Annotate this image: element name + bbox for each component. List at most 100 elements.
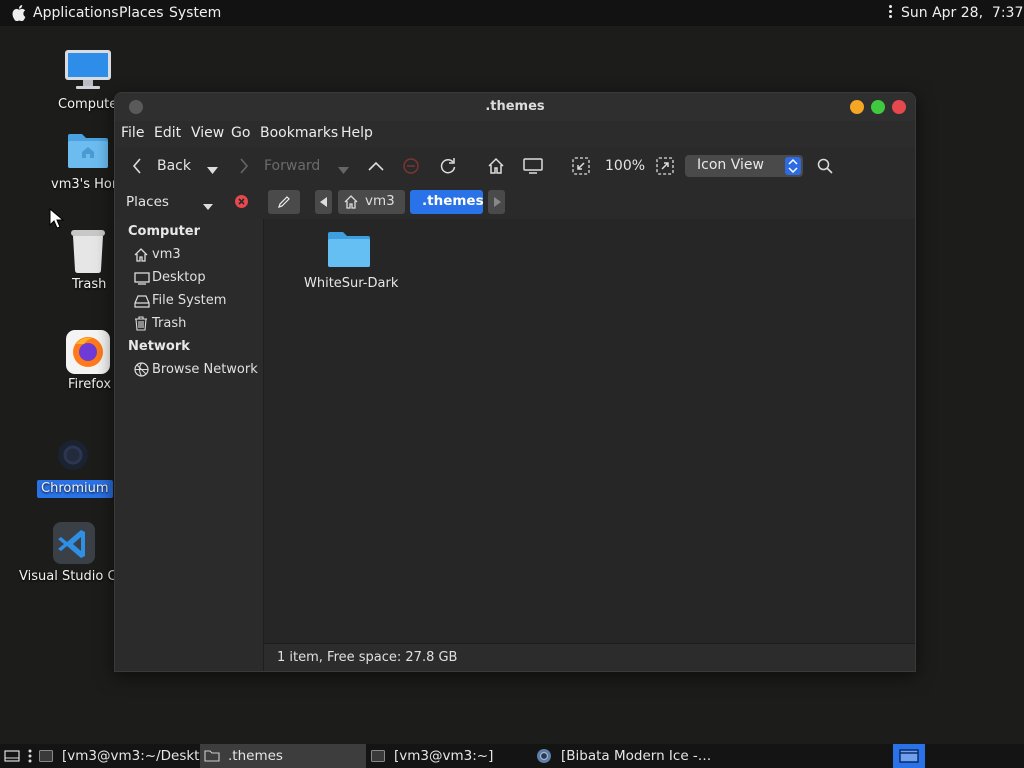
view-mode-select[interactable]: Icon View	[685, 155, 803, 177]
forward-arrow-icon	[239, 158, 249, 178]
file-item[interactable]: WhiteSur-Dark	[304, 231, 399, 301]
zoom-level[interactable]: 100%	[605, 147, 645, 185]
chromium-icon	[537, 749, 551, 763]
breadcrumb-scroll-left-button[interactable]	[315, 190, 332, 214]
mouse-cursor-icon	[48, 207, 66, 230]
folder-icon	[328, 232, 370, 267]
desktop-label-home[interactable]: vm3's Hon	[51, 176, 120, 194]
sidebar: Computer vm3 Desktop File System Trash N…	[115, 219, 264, 671]
home-icon	[344, 195, 358, 209]
show-desktop-icon[interactable]	[4, 750, 20, 766]
close-sidebar-icon[interactable]	[235, 195, 248, 212]
places-chevron-down-icon[interactable]	[203, 199, 213, 214]
taskbar-item-terminal-home[interactable]: [vm3@vm3:~]	[368, 744, 528, 768]
desktop-label-trash[interactable]: Trash	[72, 276, 106, 294]
taskbar-item-label: [vm3@vm3:~/Deskt…	[62, 748, 213, 764]
trash-icon[interactable]	[70, 228, 106, 274]
menu-places[interactable]: Places	[119, 0, 164, 26]
desktop-icon	[134, 272, 150, 285]
sidebar-item-label: Browse Network	[152, 362, 258, 377]
file-view[interactable]: WhiteSur-Dark	[264, 219, 915, 643]
firefox-icon[interactable]	[66, 330, 110, 374]
desktop-label-computer[interactable]: Compute	[58, 96, 117, 114]
menu-bookmarks[interactable]: Bookmarks	[260, 125, 338, 141]
vscode-icon[interactable]	[52, 522, 96, 564]
file-manager-window: .themes File Edit View Go Bookmarks Help…	[114, 92, 916, 672]
menu-applications[interactable]: Applications	[33, 0, 119, 26]
search-icon[interactable]	[817, 158, 833, 178]
chevron-right-icon	[494, 197, 501, 207]
desktop-label-firefox[interactable]: Firefox	[68, 376, 111, 394]
clock[interactable]: Sun Apr 28, 7:37 AM	[901, 0, 1024, 26]
home-icon	[134, 248, 148, 262]
chromium-icon[interactable]	[56, 438, 90, 472]
menu-go[interactable]: Go	[231, 125, 250, 141]
top-panel: Applications Places System Sun Apr 28, 7…	[0, 0, 1024, 26]
sidebar-item-label: Desktop	[152, 270, 206, 285]
taskbar-item-themes[interactable]: .themes	[200, 744, 366, 768]
up-arrow-icon[interactable]	[368, 160, 384, 175]
close-icon[interactable]	[892, 100, 906, 114]
breadcrumb-scroll-right-button[interactable]	[488, 190, 505, 214]
menu-file[interactable]: File	[121, 125, 144, 141]
forward-button: Forward	[264, 158, 321, 174]
edit-location-button[interactable]	[268, 190, 300, 214]
breadcrumb-themes-label: .themes	[422, 193, 484, 209]
sidebar-item-label: Trash	[152, 316, 187, 331]
globe-icon	[134, 362, 149, 377]
breadcrumb-vm3[interactable]: vm3	[338, 190, 405, 214]
menu-view[interactable]: View	[191, 125, 224, 141]
trash-icon	[135, 316, 147, 331]
computer-icon[interactable]	[523, 158, 543, 178]
reload-icon[interactable]	[439, 157, 457, 179]
taskbar-item-label: [Bibata Modern Ice -…	[561, 748, 712, 764]
taskbar-item-label: [vm3@vm3:~]	[394, 748, 494, 764]
window-title: .themes	[485, 99, 545, 114]
sidebar-item-label: File System	[152, 293, 227, 308]
zoom-out-icon[interactable]	[572, 157, 590, 179]
chevron-left-icon	[320, 197, 327, 207]
desktop-label-vscode[interactable]: Visual Studio Co	[19, 568, 125, 586]
view-mode-label: Icon View	[697, 157, 764, 173]
status-text: 1 item, Free space: 27.8 GB	[277, 650, 458, 665]
menu-help[interactable]: Help	[341, 125, 373, 141]
toolbar: Back Forward 100% Icon View	[115, 147, 915, 186]
panel-handle-icon[interactable]	[28, 749, 32, 763]
kebab-menu-icon[interactable]	[889, 5, 893, 21]
folder-icon	[204, 750, 220, 762]
home-folder-icon[interactable]	[66, 132, 110, 170]
stop-icon	[403, 158, 419, 178]
forward-history-chevron-down-icon	[338, 163, 349, 178]
apple-logo-icon[interactable]	[12, 0, 26, 26]
breadcrumb-themes[interactable]: .themes	[410, 190, 484, 214]
desktop-label-chromium[interactable]: Chromium	[37, 480, 113, 498]
drive-icon	[134, 295, 150, 308]
taskbar-item-terminal-desktop[interactable]: [vm3@vm3:~/Deskt…	[36, 744, 213, 768]
back-button[interactable]: Back	[157, 147, 191, 185]
home-icon[interactable]	[487, 157, 505, 179]
file-name: WhiteSur-Dark	[304, 276, 399, 291]
updown-chevron-icon[interactable]	[785, 157, 801, 175]
title-bar[interactable]: .themes	[115, 93, 915, 121]
location-bar: Places vm3 .themes	[115, 185, 915, 220]
back-history-chevron-down-icon[interactable]	[207, 163, 218, 178]
sidebar-item-label: vm3	[152, 247, 181, 262]
pencil-icon	[278, 196, 290, 208]
menu-bar: File Edit View Go Bookmarks Help	[115, 121, 915, 147]
minimize-icon[interactable]	[850, 100, 864, 114]
status-bar: 1 item, Free space: 27.8 GB	[264, 643, 915, 671]
menu-system[interactable]: System	[169, 0, 221, 26]
terminal-icon	[371, 750, 385, 762]
maximize-icon[interactable]	[871, 100, 885, 114]
zoom-in-icon[interactable]	[656, 157, 674, 179]
menu-edit[interactable]: Edit	[154, 125, 181, 141]
sidebar-mode-label[interactable]: Places	[126, 183, 169, 221]
back-arrow-icon[interactable]	[132, 158, 142, 178]
terminal-icon	[39, 750, 53, 762]
computer-icon[interactable]	[64, 48, 112, 92]
taskbar-item-bibata[interactable]: [Bibata Modern Ice -…	[534, 744, 711, 768]
sidebar-heading-computer: Computer	[128, 224, 201, 239]
sidebar-heading-network: Network	[128, 339, 190, 354]
workspace-switcher[interactable]	[893, 744, 925, 768]
taskbar-item-label: .themes	[228, 748, 283, 764]
